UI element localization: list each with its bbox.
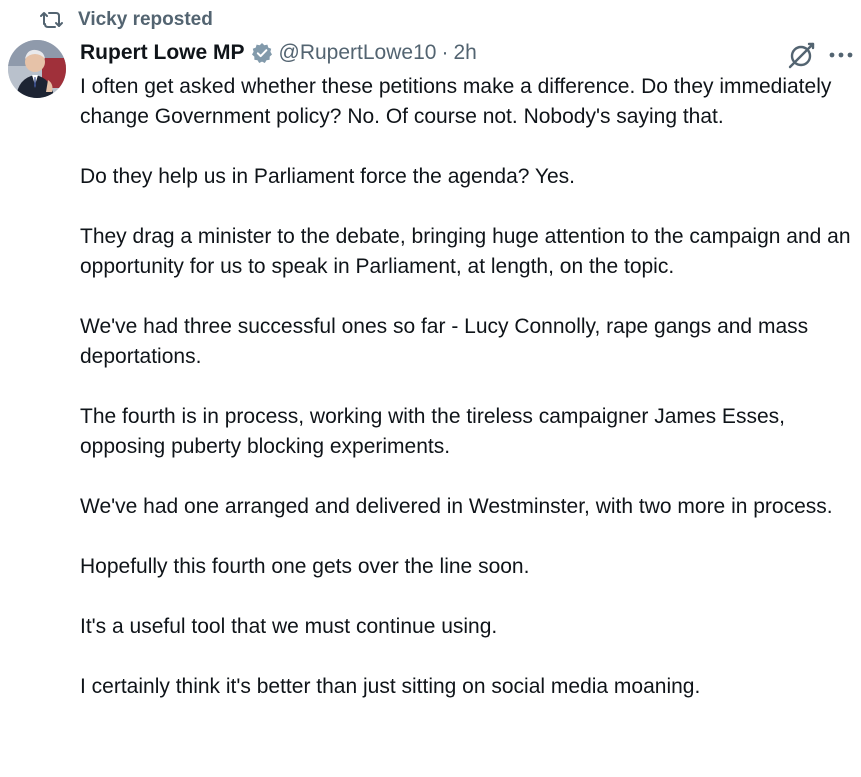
verified-badge-icon[interactable] — [251, 42, 273, 64]
tweet-paragraph: I often get asked whether these petition… — [80, 75, 832, 128]
tweet-paragraph: I certainly think it's better than just … — [80, 675, 701, 698]
tweet-paragraph: We've had three successful ones so far -… — [80, 315, 809, 368]
author-display-name[interactable]: Rupert Lowe MP — [80, 41, 245, 65]
tweet-text: I often get asked whether these petition… — [80, 72, 856, 702]
more-options-icon[interactable] — [826, 42, 856, 68]
repost-indicator[interactable]: Vicky reposted — [40, 7, 213, 33]
tweet-timestamp[interactable]: 2h — [453, 41, 476, 65]
tweet-paragraph: It's a useful tool that we must continue… — [80, 615, 498, 638]
tweet-paragraph: They drag a minister to the debate, brin… — [80, 225, 851, 278]
separator-dot: · — [441, 41, 449, 64]
tweet-paragraph: We've had one arranged and delivered in … — [80, 495, 833, 518]
repost-label: Vicky reposted — [78, 9, 213, 30]
repost-icon — [40, 9, 64, 31]
tweet-paragraph: The fourth is in process, working with t… — [80, 405, 785, 458]
tweet-paragraph: Do they help us in Parliament force the … — [80, 165, 575, 188]
avatar[interactable] — [8, 40, 66, 98]
tweet-paragraph: Hopefully this fourth one gets over the … — [80, 555, 530, 578]
author-handle[interactable]: @RupertLowe10 — [279, 41, 437, 65]
grok-icon[interactable] — [787, 40, 817, 70]
tweet-header: Rupert Lowe MP @RupertLowe10 · 2h — [80, 38, 477, 68]
